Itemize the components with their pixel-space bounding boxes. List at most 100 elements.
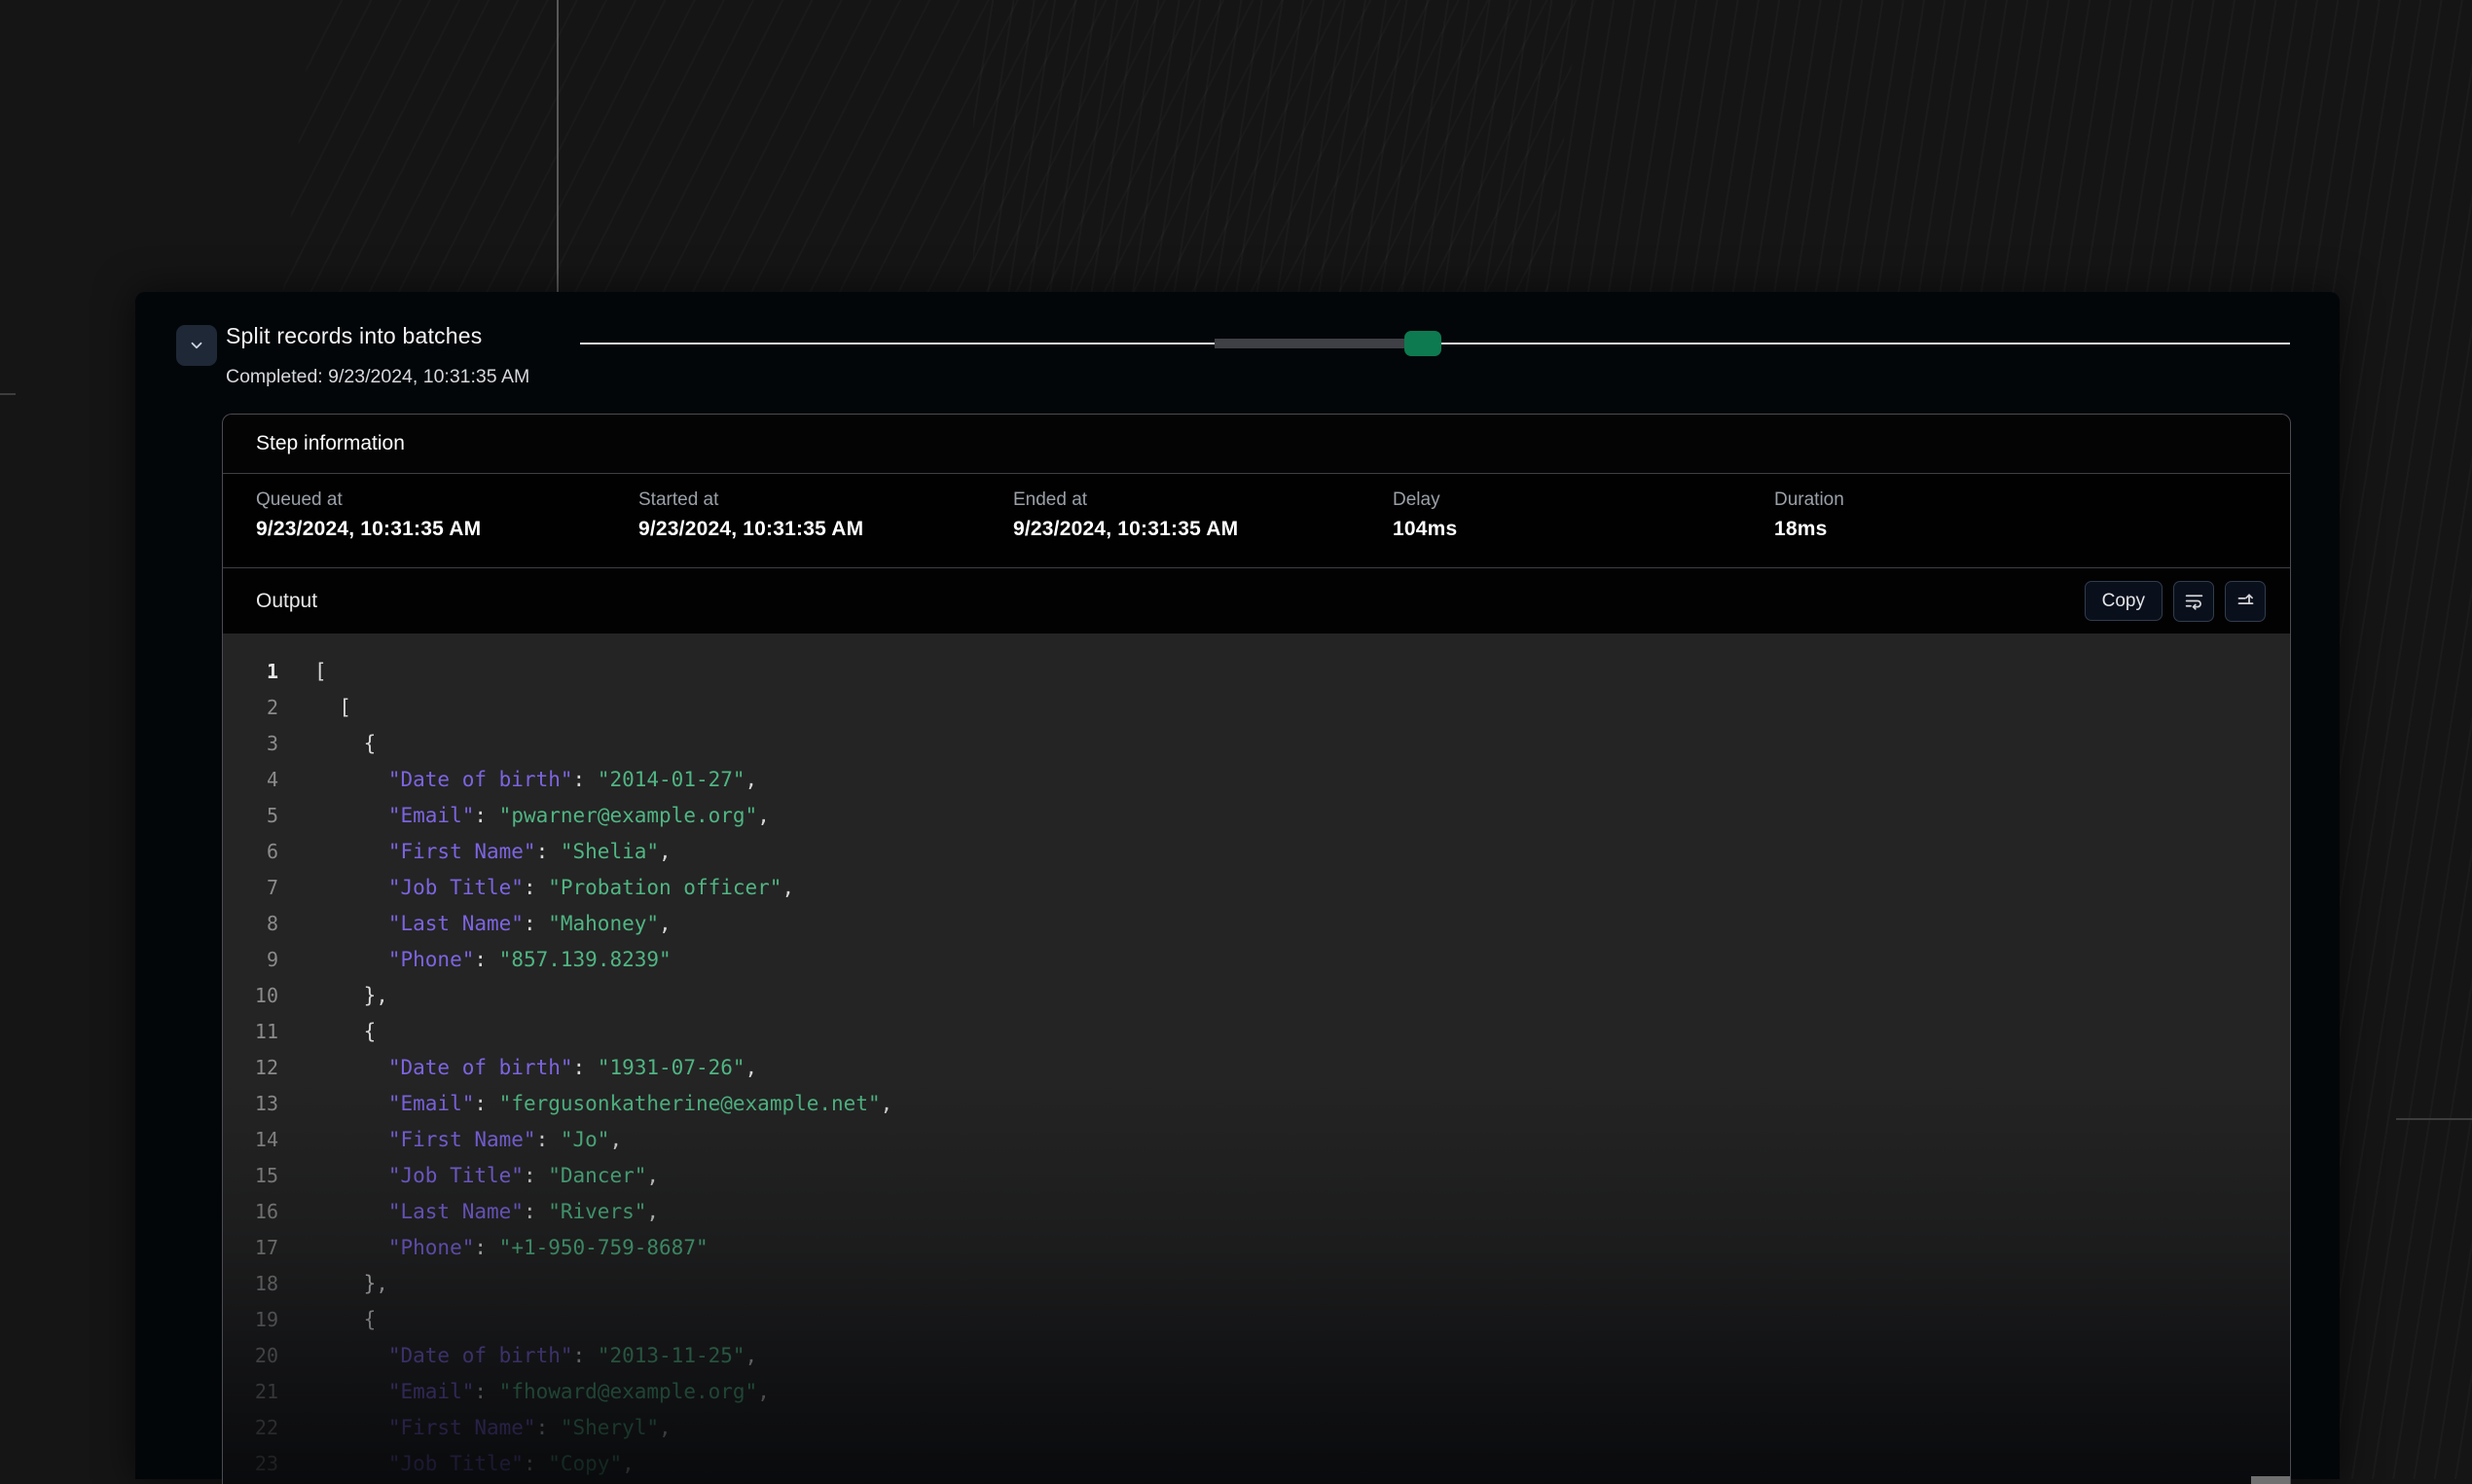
code-text: "Email": "pwarner@example.org", — [314, 798, 770, 834]
line-number: 12 — [223, 1050, 278, 1086]
line-number: 14 — [223, 1122, 278, 1158]
step-title: Split records into batches — [226, 323, 482, 349]
code-text: "Email": "fergusonkatherine@example.net"… — [314, 1086, 892, 1122]
field-label: Delay — [1393, 489, 1774, 511]
code-text: }, — [314, 978, 388, 1014]
code-text: "First Name": "Jo", — [314, 1122, 622, 1158]
output-header: Output Copy — [223, 568, 2290, 633]
code-line: 13 "Email": "fergusonkatherine@example.n… — [223, 1086, 2290, 1122]
field-label: Duration — [1774, 489, 1844, 511]
code-text: "Job Title": "Copy", — [314, 1446, 635, 1482]
code-line: 3 { — [223, 726, 2290, 762]
code-line: 23 "Job Title": "Copy", — [223, 1446, 2290, 1482]
code-lines: 1[2 [3 {4 "Date of birth": "2014-01-27",… — [223, 654, 2290, 1482]
wrap-text-icon — [2184, 591, 2204, 611]
code-line: 10 }, — [223, 978, 2290, 1014]
step-info-field: Started at 9/23/2024, 10:31:35 AM — [638, 489, 1013, 567]
code-line: 9 "Phone": "857.139.8239" — [223, 942, 2290, 978]
line-number: 15 — [223, 1158, 278, 1194]
code-text: { — [314, 726, 376, 762]
code-text: [ — [314, 690, 351, 726]
code-text: [ — [314, 654, 327, 690]
code-line: 16 "Last Name": "Rivers", — [223, 1194, 2290, 1230]
scroll-to-top-button[interactable] — [2225, 581, 2266, 622]
code-line: 18 }, — [223, 1266, 2290, 1302]
code-line: 8 "Last Name": "Mahoney", — [223, 906, 2290, 942]
code-text: "Date of birth": "1931-07-26", — [314, 1050, 757, 1086]
code-line: 4 "Date of birth": "2014-01-27", — [223, 762, 2290, 798]
step-info-field: Queued at 9/23/2024, 10:31:35 AM — [256, 489, 638, 567]
timeline-run-marker[interactable] — [1404, 331, 1441, 356]
step-info-fields: Queued at9/23/2024, 10:31:35 AMStarted a… — [223, 474, 2290, 568]
step-info-field: Delay 104ms — [1393, 489, 1774, 567]
line-number: 1 — [223, 654, 278, 690]
line-number: 9 — [223, 942, 278, 978]
line-number: 18 — [223, 1266, 278, 1302]
code-line: 17 "Phone": "+1-950-759-8687" — [223, 1230, 2290, 1266]
code-text: "Date of birth": "2013-11-25", — [314, 1338, 757, 1374]
line-number: 8 — [223, 906, 278, 942]
line-number: 20 — [223, 1338, 278, 1374]
step-details-panel: Split records into batches Completed: 9/… — [135, 292, 2340, 1479]
field-label: Queued at — [256, 489, 638, 511]
code-text: "Job Title": "Probation officer", — [314, 870, 794, 906]
chevron-down-icon — [188, 337, 205, 354]
code-text: { — [314, 1302, 376, 1338]
code-line: 21 "Email": "fhoward@example.org", — [223, 1374, 2290, 1410]
wrap-text-button[interactable] — [2173, 581, 2214, 622]
code-text: "Date of birth": "2014-01-27", — [314, 762, 757, 798]
step-information-header: Step information — [223, 415, 2290, 474]
code-text: "First Name": "Sheryl", — [314, 1410, 672, 1446]
collapse-step-button[interactable] — [176, 325, 217, 366]
scroll-to-top-icon — [2236, 591, 2256, 611]
field-label: Started at — [638, 489, 1013, 511]
code-line: 15 "Job Title": "Dancer", — [223, 1158, 2290, 1194]
code-line: 14 "First Name": "Jo", — [223, 1122, 2290, 1158]
background-vertical-line — [557, 0, 559, 292]
field-value: 9/23/2024, 10:31:35 AM — [256, 518, 638, 541]
code-line: 19 { — [223, 1302, 2290, 1338]
line-number: 23 — [223, 1446, 278, 1482]
line-number: 16 — [223, 1194, 278, 1230]
background-tick — [0, 393, 16, 395]
code-line: 12 "Date of birth": "1931-07-26", — [223, 1050, 2290, 1086]
code-line: 2 [ — [223, 690, 2290, 726]
code-text: "Phone": "+1-950-759-8687" — [314, 1230, 709, 1266]
line-number: 6 — [223, 834, 278, 870]
line-number: 13 — [223, 1086, 278, 1122]
code-text: }, — [314, 1266, 388, 1302]
step-information-card: Step information Queued at9/23/2024, 10:… — [222, 414, 2291, 1484]
copy-button[interactable]: Copy — [2085, 581, 2163, 621]
line-number: 2 — [223, 690, 278, 726]
code-line: 20 "Date of birth": "2013-11-25", — [223, 1338, 2290, 1374]
code-line: 6 "First Name": "Shelia", — [223, 834, 2290, 870]
code-line: 7 "Job Title": "Probation officer", — [223, 870, 2290, 906]
field-label: Ended at — [1013, 489, 1393, 511]
code-text: "Last Name": "Rivers", — [314, 1194, 659, 1230]
horizontal-scrollbar-thumb[interactable] — [2251, 1476, 2290, 1484]
line-number: 5 — [223, 798, 278, 834]
line-number: 4 — [223, 762, 278, 798]
code-text: "Job Title": "Dancer", — [314, 1158, 659, 1194]
code-text: { — [314, 1014, 376, 1050]
output-actions: Copy — [2085, 581, 2266, 622]
code-text: "Last Name": "Mahoney", — [314, 906, 672, 942]
field-value: 18ms — [1774, 518, 1844, 541]
step-header: Split records into batches Completed: 9/… — [135, 292, 2340, 414]
code-line: 11 { — [223, 1014, 2290, 1050]
line-number: 17 — [223, 1230, 278, 1266]
code-text: "Phone": "857.139.8239" — [314, 942, 672, 978]
output-title: Output — [256, 590, 317, 613]
code-line: 1[ — [223, 654, 2290, 690]
step-information-title: Step information — [256, 432, 405, 455]
code-text: "Email": "fhoward@example.org", — [314, 1374, 770, 1410]
field-value: 104ms — [1393, 518, 1774, 541]
line-number: 22 — [223, 1410, 278, 1446]
timeline-queued-segment — [1215, 339, 1405, 348]
field-value: 9/23/2024, 10:31:35 AM — [638, 518, 1013, 541]
line-number: 19 — [223, 1302, 278, 1338]
line-number: 3 — [223, 726, 278, 762]
step-status-line: Completed: 9/23/2024, 10:31:35 AM — [226, 366, 529, 388]
background-horizontal-line — [2396, 1118, 2472, 1120]
line-number: 11 — [223, 1014, 278, 1050]
